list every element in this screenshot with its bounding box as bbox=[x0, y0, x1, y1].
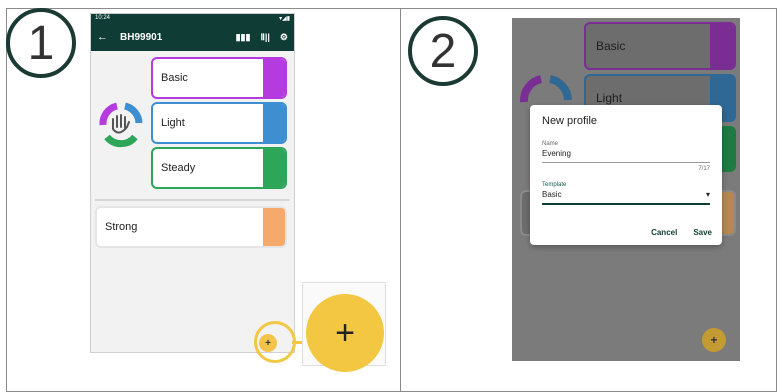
character-counter: 7/17 bbox=[698, 166, 710, 172]
profile-card-basic: Basic bbox=[584, 22, 736, 70]
back-arrow-icon[interactable]: ← bbox=[97, 31, 108, 43]
profile-label: Basic bbox=[596, 39, 626, 53]
status-icons: ▾◢▮ bbox=[279, 16, 290, 22]
profile-label: Strong bbox=[105, 221, 138, 233]
app-title: BH99901 bbox=[120, 31, 163, 43]
equalizer-icon[interactable]: Ⅱ|| bbox=[260, 32, 269, 43]
phone-screen-profiles: 10:24 ▾◢▮ ← BH99901 ▮▮▮ Ⅱ|| ⚙ Basic Ligh… bbox=[90, 13, 295, 353]
bar-chart-icon[interactable]: ▮▮▮ bbox=[236, 32, 251, 43]
profile-card-strong[interactable]: Strong bbox=[95, 206, 287, 248]
cancel-button[interactable]: Cancel bbox=[651, 228, 677, 237]
profile-color-swatch bbox=[263, 59, 285, 97]
add-profile-fab-zoomed[interactable]: + bbox=[306, 294, 384, 372]
profile-label: Basic bbox=[161, 72, 188, 84]
profile-color-swatch bbox=[263, 104, 285, 142]
profile-card-steady[interactable]: Steady bbox=[151, 147, 287, 189]
profile-label: Light bbox=[596, 91, 623, 105]
template-select[interactable]: Basic ▾ bbox=[542, 188, 710, 205]
profile-wheel-icon bbox=[99, 102, 143, 148]
add-profile-fab: + bbox=[702, 328, 726, 352]
step-number-2: 2 bbox=[408, 16, 478, 86]
profile-label: Steady bbox=[161, 162, 196, 174]
profile-card-basic[interactable]: Basic bbox=[151, 57, 287, 99]
save-button[interactable]: Save bbox=[693, 228, 712, 237]
step-number-1: 1 bbox=[6, 8, 76, 78]
gear-icon[interactable]: ⚙ bbox=[280, 32, 288, 43]
profile-color-swatch bbox=[263, 208, 285, 246]
status-time: 10:24 bbox=[95, 15, 111, 21]
profile-label: Light bbox=[161, 117, 185, 129]
dialog-actions: Cancel Save bbox=[651, 228, 712, 237]
dialog-title: New profile bbox=[542, 115, 598, 127]
app-bar: ← BH99901 ▮▮▮ Ⅱ|| ⚙ bbox=[91, 23, 294, 51]
divider bbox=[95, 199, 290, 201]
new-profile-dialog: New profile Name Evening 7/17 Template B… bbox=[530, 105, 722, 245]
status-bar: 10:24 ▾◢▮ bbox=[91, 14, 294, 23]
profile-color-swatch bbox=[263, 149, 285, 187]
highlight-ring bbox=[254, 321, 296, 363]
template-value: Basic bbox=[542, 190, 562, 199]
profile-card-light[interactable]: Light bbox=[151, 102, 287, 144]
profile-color-swatch bbox=[710, 24, 734, 68]
chevron-down-icon: ▾ bbox=[705, 190, 710, 199]
name-field[interactable]: Evening bbox=[542, 147, 710, 163]
